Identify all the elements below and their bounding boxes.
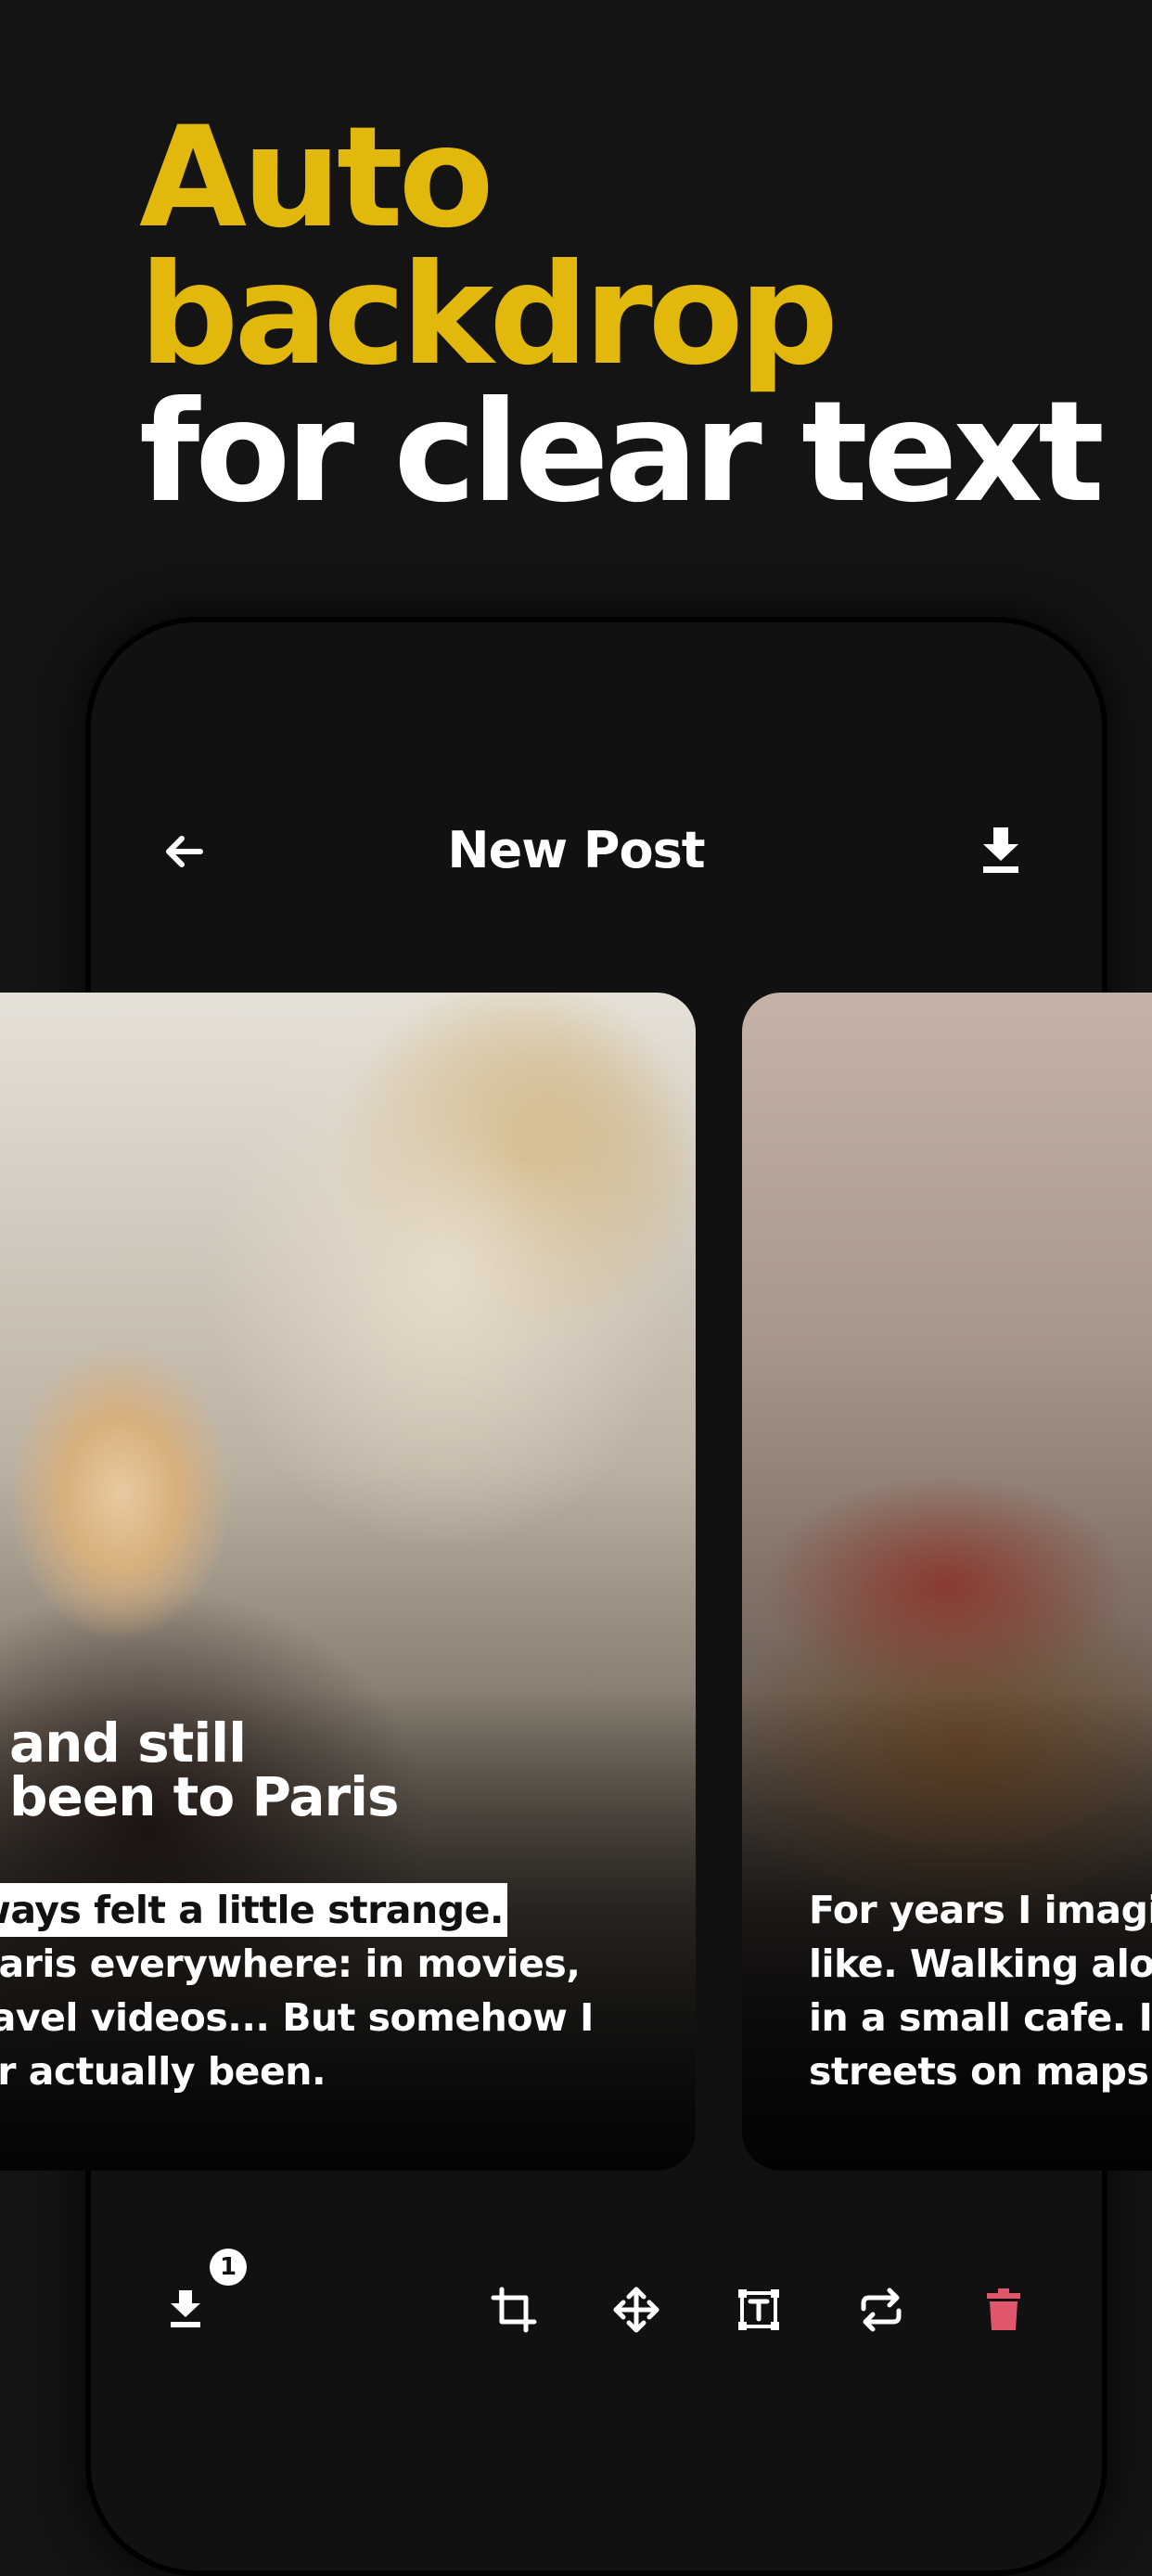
headline-line-1: Auto [139, 97, 494, 259]
download-all-button[interactable] [163, 2284, 208, 2334]
crop-icon [491, 2287, 537, 2333]
repeat-icon [861, 2288, 902, 2332]
card-body-line: ravel videos... But somehow I [0, 1995, 594, 2040]
post-card-1[interactable]: and still been to Paris ways felt a litt… [0, 993, 696, 2171]
highlighted-line: ways felt a little strange. [0, 1883, 507, 1937]
headline: Auto backdrop for clear text [139, 97, 1105, 533]
text-box-icon [738, 2289, 779, 2330]
download-icon [171, 2290, 200, 2327]
card-body-line: Paris everywhere: in movies, [0, 1942, 581, 1986]
move-icon [613, 2287, 659, 2333]
card-body: For years I imagi like. Walking alo in a… [809, 1883, 1152, 2098]
repeat-button[interactable] [855, 2284, 907, 2336]
move-button[interactable] [610, 2284, 662, 2336]
card-body-line: For years I imagi [809, 1888, 1152, 1932]
post-card-2[interactable]: For years I imagi like. Walking alo in a… [742, 993, 1152, 2171]
card-body-line: in a small cafe. I [809, 1995, 1152, 2040]
headline-line-3: for clear text [139, 372, 1105, 533]
download-button[interactable] [974, 820, 1028, 881]
delete-button[interactable] [978, 2284, 1030, 2336]
headline-line-2: backdrop [139, 235, 838, 396]
text-box-button[interactable] [733, 2284, 785, 2336]
card-body-line: like. Walking alo [809, 1942, 1152, 1986]
card-title: and still been to Paris [9, 1711, 400, 1828]
card-title-line: and still [9, 1711, 247, 1775]
card-body: ways felt a little strange. Paris everyw… [0, 1883, 594, 2098]
trash-icon [987, 2288, 1020, 2330]
download-count-badge: 1 [210, 2249, 247, 2286]
download-icon [983, 827, 1018, 873]
crop-button[interactable] [488, 2284, 540, 2336]
card-body-line: er actually been. [0, 2049, 326, 2094]
card-body-line: streets on maps [809, 2049, 1149, 2094]
card-title-line: been to Paris [9, 1765, 400, 1828]
